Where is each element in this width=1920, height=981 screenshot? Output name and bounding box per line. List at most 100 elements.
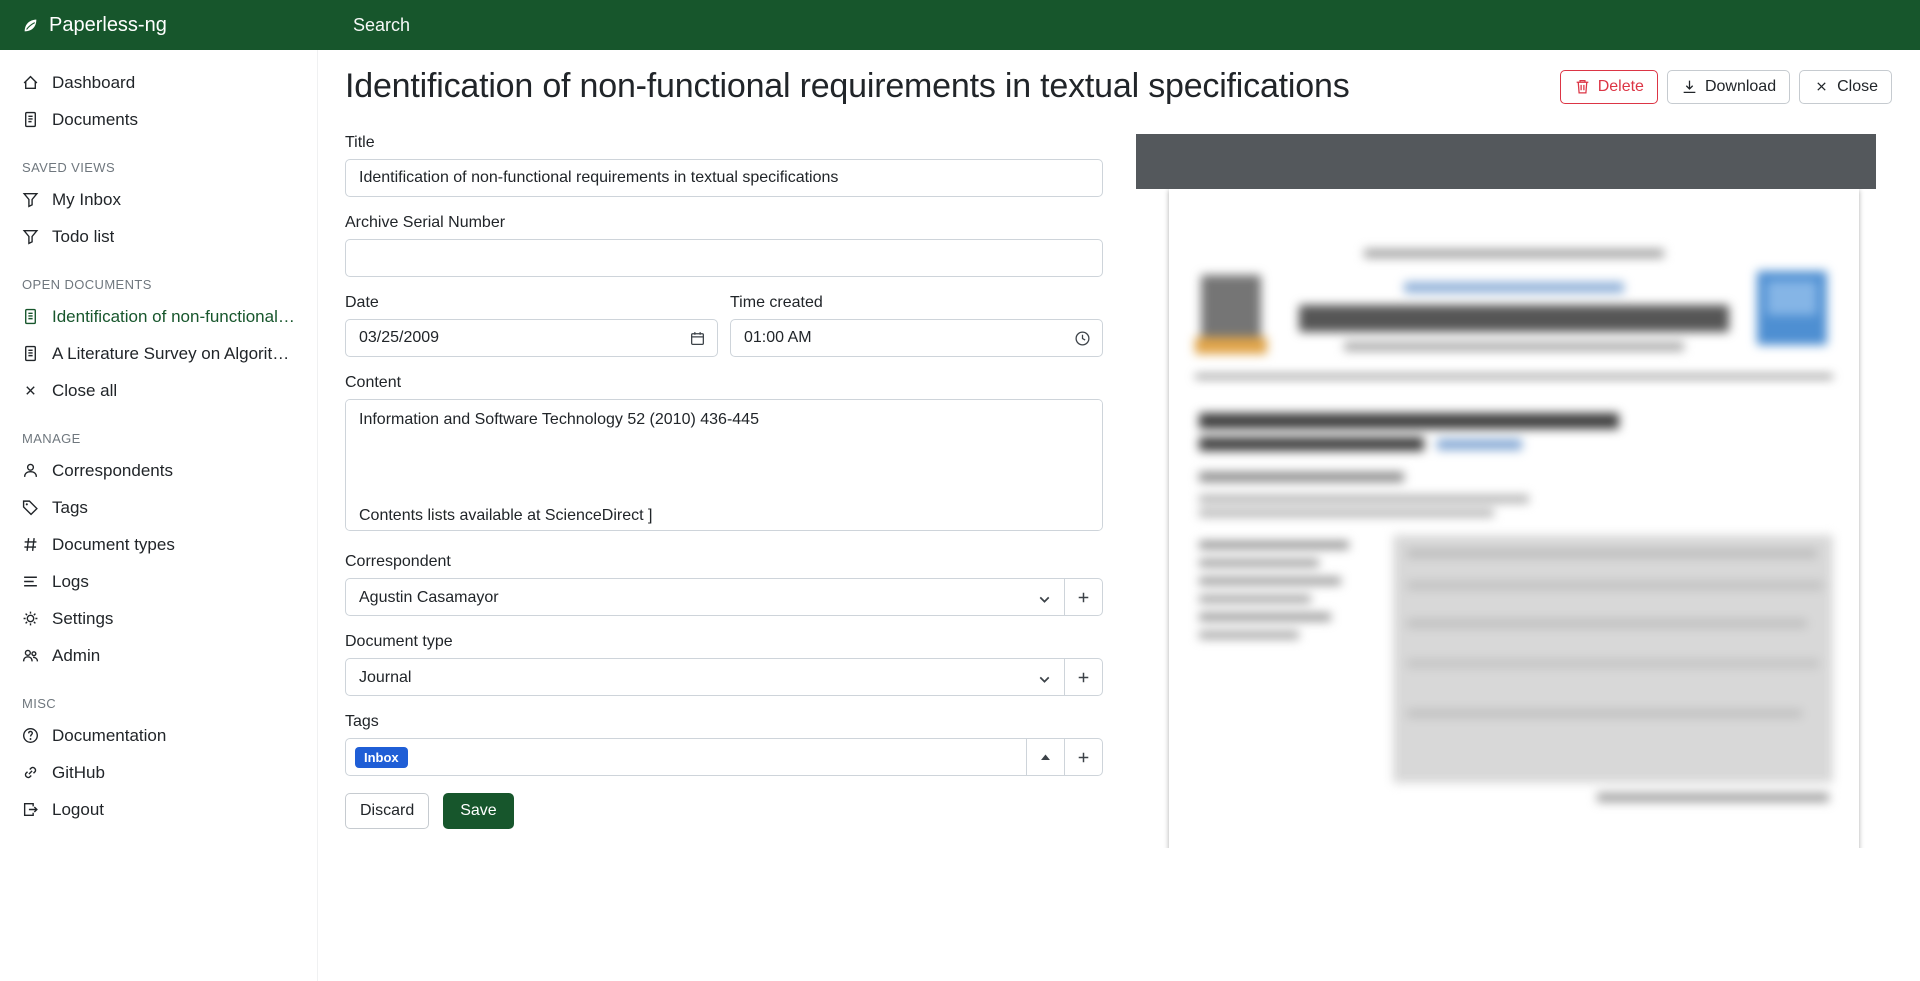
sidebar-item-todo-list[interactable]: Todo list	[0, 218, 317, 255]
question-circle-icon	[22, 727, 39, 744]
title-input[interactable]	[345, 159, 1103, 197]
sidebar-item-logs[interactable]: Logs	[0, 563, 317, 600]
title-field-group: Title	[345, 134, 1103, 197]
plus-icon	[1075, 669, 1092, 686]
sidebar-item-label: Tags	[52, 497, 88, 518]
sidebar-open-document-2[interactable]: A Literature Survey on Algorithms for Mu…	[0, 335, 317, 372]
date-field-group: Date	[345, 294, 718, 357]
sidebar-item-label: Settings	[52, 608, 113, 629]
sidebar-section-open-documents: OPEN DOCUMENTS	[0, 255, 317, 298]
pdf-page-1	[1169, 189, 1859, 848]
delete-button[interactable]: Delete	[1560, 70, 1658, 104]
people-icon	[22, 647, 39, 664]
add-tag-button[interactable]	[1064, 738, 1103, 776]
sidebar-item-label: My Inbox	[52, 189, 121, 210]
pdf-viewer-scroll-area[interactable]	[1136, 189, 1891, 848]
delete-button-label: Delete	[1598, 78, 1644, 96]
form-actions: Discard Save	[345, 793, 1103, 829]
hash-icon	[22, 536, 39, 553]
time-created-input[interactable]	[730, 319, 1103, 357]
logout-icon	[22, 801, 39, 818]
sidebar-item-my-inbox[interactable]: My Inbox	[0, 181, 317, 218]
sidebar-item-label: Identification of non-functional require…	[52, 306, 295, 327]
content-field-group: Content Information and Software Technol…	[345, 374, 1103, 536]
sidebar-item-label: Document types	[52, 534, 175, 555]
document-detail-page: Identification of non-functional require…	[318, 50, 1920, 981]
global-search	[318, 8, 1920, 42]
plus-icon	[1075, 749, 1092, 766]
sidebar-item-label: Logout	[52, 799, 104, 820]
time-created-label: Time created	[730, 294, 1103, 312]
sidebar-item-dashboard[interactable]: Dashboard	[0, 64, 317, 101]
close-button[interactable]: Close	[1799, 70, 1892, 104]
house-icon	[22, 74, 39, 91]
caret-up-icon	[1037, 749, 1054, 766]
save-button[interactable]: Save	[443, 793, 513, 829]
save-button-label: Save	[460, 802, 496, 820]
document-icon	[22, 308, 39, 325]
sidebar-item-tags[interactable]: Tags	[0, 489, 317, 526]
app-brand[interactable]: Paperless-ng	[0, 14, 318, 37]
sidebar-item-label: Close all	[52, 380, 117, 401]
document-type-label: Document type	[345, 633, 1103, 651]
sidebar-item-label: Logs	[52, 571, 89, 592]
sidebar-item-label: GitHub	[52, 762, 105, 783]
tags-input[interactable]: Inbox	[345, 738, 1027, 776]
list-icon	[22, 573, 39, 590]
sidebar-item-admin[interactable]: Admin	[0, 637, 317, 674]
sidebar-item-label: Documents	[52, 109, 138, 130]
sidebar-item-logout[interactable]: Logout	[0, 791, 317, 828]
tags-dropdown-toggle-button[interactable]	[1026, 738, 1065, 776]
leaf-logo-icon	[22, 17, 39, 34]
sidebar-item-label: Admin	[52, 645, 100, 666]
asn-input[interactable]	[345, 239, 1103, 277]
page-title: Identification of non-functional require…	[345, 67, 1350, 106]
tag-icon	[22, 499, 39, 516]
sidebar: Dashboard Documents SAVED VIEWS My Inbox…	[0, 50, 318, 981]
plus-icon	[1075, 589, 1092, 606]
date-time-row: Date Time created	[345, 294, 1103, 357]
content-textarea[interactable]: Information and Software Technology 52 (…	[345, 399, 1103, 531]
close-icon	[22, 382, 39, 399]
sidebar-open-document-1[interactable]: Identification of non-functional require…	[0, 298, 317, 335]
tag-chip-inbox[interactable]: Inbox	[355, 747, 408, 768]
date-input[interactable]	[345, 319, 718, 357]
asn-label: Archive Serial Number	[345, 214, 1103, 232]
tags-label: Tags	[345, 713, 1103, 731]
download-icon	[1681, 78, 1698, 95]
download-button-label: Download	[1705, 78, 1776, 96]
funnel-icon	[22, 191, 39, 208]
correspondent-select[interactable]: Agustin Casamayor	[345, 578, 1065, 616]
sidebar-item-close-all[interactable]: Close all	[0, 372, 317, 409]
download-button[interactable]: Download	[1667, 70, 1790, 104]
document-type-select[interactable]: Journal	[345, 658, 1065, 696]
sidebar-item-documents[interactable]: Documents	[0, 101, 317, 138]
asn-field-group: Archive Serial Number	[345, 214, 1103, 277]
tags-field-group: Tags Inbox	[345, 713, 1103, 776]
file-text-icon	[22, 111, 39, 128]
document-preview-panel	[1136, 134, 1891, 848]
sidebar-item-label: Dashboard	[52, 72, 135, 93]
header-actions: Delete Download Close	[1560, 70, 1892, 104]
sidebar-item-document-types[interactable]: Document types	[0, 526, 317, 563]
sidebar-item-label: Correspondents	[52, 460, 173, 481]
sidebar-item-github[interactable]: GitHub	[0, 754, 317, 791]
app-brand-label: Paperless-ng	[49, 14, 167, 37]
document-edit-form: Title Archive Serial Number Date	[345, 134, 1103, 829]
discard-button[interactable]: Discard	[345, 793, 429, 829]
sidebar-item-correspondents[interactable]: Correspondents	[0, 452, 317, 489]
sidebar-item-documentation[interactable]: Documentation	[0, 717, 317, 754]
add-document-type-button[interactable]	[1064, 658, 1103, 696]
add-correspondent-button[interactable]	[1064, 578, 1103, 616]
discard-button-label: Discard	[360, 802, 414, 820]
date-label: Date	[345, 294, 718, 312]
sidebar-item-settings[interactable]: Settings	[0, 600, 317, 637]
sidebar-item-label: Todo list	[52, 226, 114, 247]
content-label: Content	[345, 374, 1103, 392]
link-icon	[22, 764, 39, 781]
trash-icon	[1574, 78, 1591, 95]
search-input[interactable]	[345, 8, 1892, 42]
funnel-icon	[22, 228, 39, 245]
gear-icon	[22, 610, 39, 627]
pdf-scroll-content	[1136, 189, 1891, 848]
